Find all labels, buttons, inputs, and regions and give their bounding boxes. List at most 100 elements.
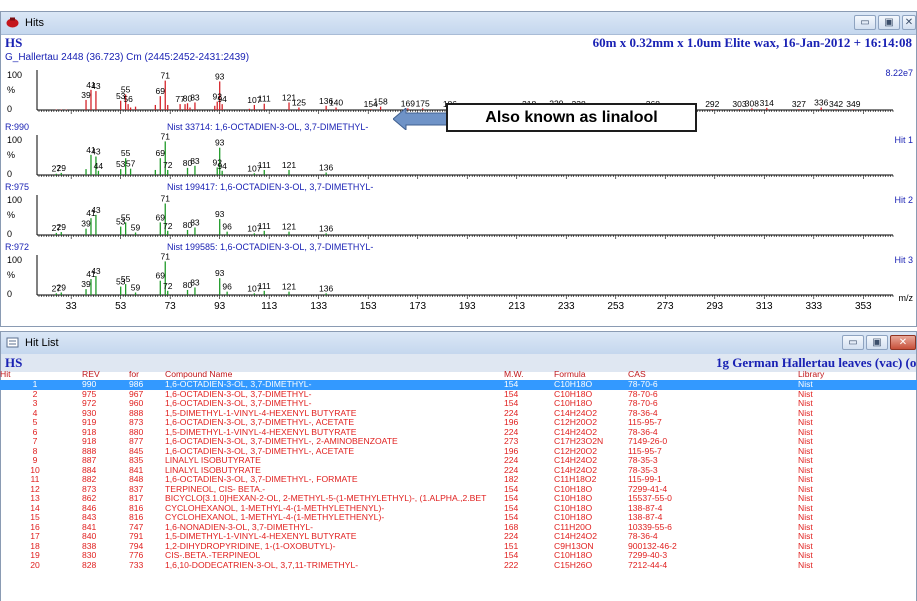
x-tick-label: 253: [607, 301, 624, 312]
library: Nist: [798, 465, 813, 475]
for-score: 986: [129, 380, 144, 389]
for-score: 888: [129, 408, 144, 418]
close-icon[interactable]: ✕: [890, 335, 916, 350]
peak-label: 43: [91, 147, 101, 157]
molecular-weight: 154: [504, 494, 519, 503]
formula: C10H18O: [554, 380, 593, 389]
table-row[interactable]: 16 841 747 1,6-NONADIEN-3-OL, 3,7-DIMETHYL-…: [0, 523, 917, 533]
column-header-for[interactable]: for: [125, 370, 165, 380]
table-row[interactable]: 5 919 873 1,6-OCTADIEN-3-OL, 3,7-DIMETHYL-,…: [0, 418, 917, 428]
table-row[interactable]: 2 975 967 1,6-OCTADIEN-3-OL, 3,7-DIMETHYL- 1…: [0, 390, 917, 400]
x-tick-label: 33: [66, 301, 78, 312]
peak-label: 59: [131, 282, 141, 292]
library: Nist: [798, 551, 813, 560]
rev-score: 888: [82, 446, 97, 456]
hits-titlebar[interactable]: Hits ▭ ▣ ✕: [1, 12, 916, 35]
column-header-hit[interactable]: Hit: [0, 370, 70, 380]
peak-label: 327: [792, 99, 806, 109]
column-header-compound-name[interactable]: Compound Name: [165, 370, 504, 380]
minimize-icon[interactable]: ▭: [854, 15, 876, 30]
peak-label: 121: [282, 282, 296, 292]
library: Nist: [798, 408, 813, 418]
molecular-weight: 154: [504, 503, 519, 513]
peak-label: 56: [123, 94, 133, 104]
x-tick-label: 173: [409, 301, 426, 312]
hit-number: 16: [30, 522, 40, 532]
x-tick-label: 353: [855, 301, 872, 312]
peak-label: 96: [222, 282, 232, 292]
table-row[interactable]: 6 918 880 1,5-DIMETHYL-1-VINYL-4-HEXENYL BU…: [0, 428, 917, 438]
column-header-formula[interactable]: Formula: [554, 370, 628, 380]
cas-number: 78-35-3: [628, 465, 658, 475]
formula: C14H24O2: [554, 427, 597, 437]
column-header-cas[interactable]: CAS: [628, 370, 724, 380]
hit-number: 1: [32, 380, 38, 389]
cas-number: 115-95-7: [628, 446, 662, 456]
column-header-rev[interactable]: REV: [70, 370, 125, 380]
rev-score: 975: [82, 389, 97, 399]
for-score: 960: [129, 399, 144, 408]
for-score: 794: [129, 541, 144, 551]
close-icon[interactable]: ✕: [902, 15, 916, 30]
peak-label: 349: [846, 99, 860, 109]
for-score: 835: [129, 456, 144, 465]
peak-label: 111: [258, 94, 271, 104]
maximize-icon[interactable]: ▣: [866, 335, 888, 350]
minimize-icon[interactable]: ▭: [842, 335, 864, 350]
compound-name: 1,2-DIHYDROPYRIDINE, 1-(1-OXOBUTYL)-: [165, 541, 336, 551]
table-row[interactable]: 10 884 841 LINALYL ISOBUTYRATE 224 C14H24O2 78…: [0, 466, 917, 476]
hit-number: 15: [30, 513, 40, 522]
table-row[interactable]: 20 828 733 1,6,10-DODECATRIEN-3-OL, 3,7,11-…: [0, 561, 917, 571]
table-row[interactable]: 17 840 791 1,5-DIMETHYL-1-VINYL-4-HEXENYL B…: [0, 532, 917, 542]
table-row[interactable]: 8 888 845 1,6-OCTADIEN-3-OL, 3,7-DIMETHYL-,…: [0, 447, 917, 457]
peak-label: 43: [91, 81, 101, 91]
table-row[interactable]: 18 838 794 1,2-DIHYDROPYRIDINE, 1-(1-OXOBUT…: [0, 542, 917, 552]
table-row[interactable]: 19 830 776 CIS-.BETA.-TERPINEOL 154 C10H18O 72…: [0, 551, 917, 561]
hit-number: 6: [32, 427, 38, 437]
rev-score: 930: [82, 408, 97, 418]
hit-number: 5: [32, 418, 38, 427]
rev-score: 846: [82, 503, 97, 513]
peak-label: 72: [163, 281, 173, 291]
table-row[interactable]: 15 843 816 CYCLOHEXANOL, 1-METHYL-4-(1-METH…: [0, 513, 917, 523]
formula: C10H18O: [554, 503, 593, 513]
column-header-mw[interactable]: M.W.: [504, 370, 554, 380]
column-header-library[interactable]: Library: [724, 370, 917, 380]
cas-number: 78-36-4: [628, 427, 658, 437]
hitlist-titlebar[interactable]: Hit List ▭ ▣ ✕: [1, 332, 916, 355]
rev-score: 918: [82, 437, 97, 446]
molecular-weight: 224: [504, 456, 519, 465]
x-tick-label: 333: [805, 301, 822, 312]
molecular-weight: 196: [504, 418, 519, 427]
hit-number: 18: [30, 541, 40, 551]
rev-score: 828: [82, 560, 97, 570]
table-row[interactable]: 3 972 960 1,6-OCTADIEN-3-OL, 3,7-DIMETHYL- 1…: [0, 399, 917, 409]
for-score: 880: [129, 427, 144, 437]
peak-label: 93: [215, 268, 225, 278]
cas-number: 78-35-3: [628, 456, 658, 465]
y-tick-label: 0: [7, 169, 12, 179]
table-row[interactable]: 14 846 816 CYCLOHEXANOL, 1-METHYL-4-(1-METH…: [0, 504, 917, 514]
peak-label: 136: [319, 223, 333, 233]
hit-number: 12: [30, 484, 40, 494]
table-row[interactable]: 9 887 835 LINALYL ISOBUTYRATE 224 C14H24O2 78-…: [0, 456, 917, 466]
library: Nist: [798, 418, 813, 427]
molecular-weight: 222: [504, 560, 519, 570]
library: Nist: [798, 427, 813, 437]
table-row[interactable]: 13 862 817 BICYCLO[3.1.0]HEXAN-2-OL, 2-METH…: [0, 494, 917, 504]
hits-window: Hits ▭ ▣ ✕ HS 60m x 0.32mm x 1.0um Elite w…: [0, 11, 917, 327]
table-row[interactable]: 1 990 986 1,6-OCTADIEN-3-OL, 3,7-DIMETHYL- 1…: [0, 380, 917, 390]
table-row[interactable]: 11 882 848 1,6-OCTADIEN-3-OL, 3,7-DIMETHYL-…: [0, 475, 917, 485]
cas-number: 15537-55-0: [628, 494, 672, 503]
library: Nist: [798, 484, 813, 494]
library: Nist: [798, 541, 813, 551]
molecular-weight: 154: [504, 551, 519, 560]
table-row[interactable]: 12 873 837 TERPINEOL, CIS- BETA.- 154 C10H18O…: [0, 485, 917, 495]
compound-name: BICYCLO[3.1.0]HEXAN-2-OL, 2-METHYL-5-(1-…: [165, 494, 487, 503]
table-row[interactable]: 7 918 877 1,6-OCTADIEN-3-OL, 3,7-DIMETHYL-,…: [0, 437, 917, 447]
peak-label: 69: [156, 86, 166, 96]
maximize-icon[interactable]: ▣: [878, 15, 900, 30]
table-row[interactable]: 4 930 888 1,5-DIMETHYL-1-VINYL-4-HEXENYL BU…: [0, 409, 917, 419]
peak-label: 136: [319, 283, 333, 293]
compound-name: 1,6-OCTADIEN-3-OL, 3,7-DIMETHYL-: [165, 399, 312, 408]
